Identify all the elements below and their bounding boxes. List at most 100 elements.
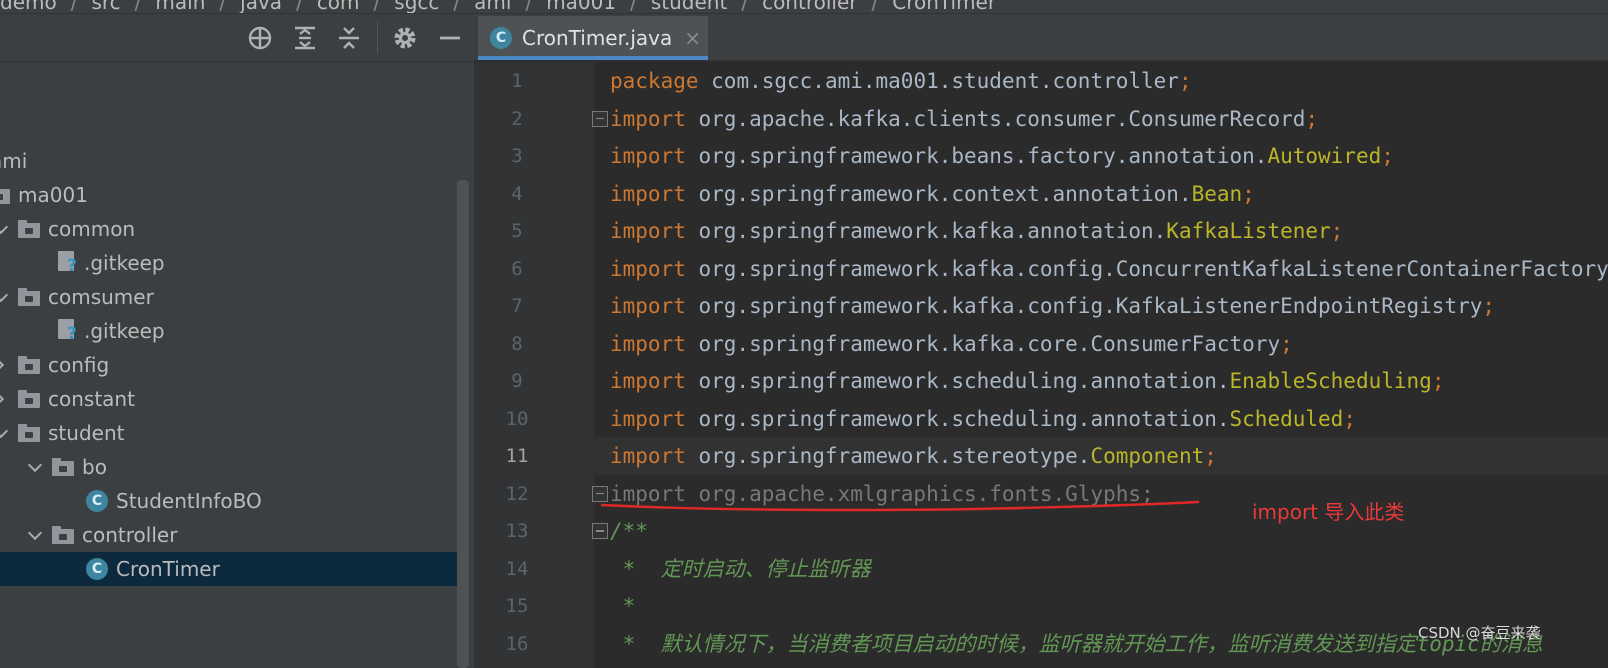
- chevron-down-icon[interactable]: [0, 289, 10, 305]
- code-token-semi: ;: [1305, 106, 1319, 131]
- tree-item-config[interactable]: config: [0, 348, 460, 382]
- watermark: CSDN @奋豆来袭: [1418, 624, 1541, 642]
- code-line: import org.springframework.stereotype.Co…: [610, 437, 1217, 475]
- tree-item-label: CronTimer: [116, 557, 220, 581]
- folder-icon: [52, 458, 74, 476]
- chevron-down-icon[interactable]: [28, 459, 44, 475]
- line-number: 7: [511, 295, 523, 317]
- folder-icon-cutout: [25, 432, 33, 438]
- line-number: 16: [505, 632, 529, 655]
- tree-scrollbar[interactable]: [457, 180, 469, 668]
- expand-all-icon[interactable]: [291, 24, 319, 52]
- tree-item-label: ma001: [18, 183, 88, 207]
- code-token-pkg: org.springframework.kafka.config.Concurr…: [685, 256, 1608, 281]
- tree-item-ami[interactable]: ami: [0, 144, 460, 178]
- breadcrumb-item[interactable]: ami: [474, 0, 511, 13]
- tree-item-gitkeep[interactable]: ? .gitkeep: [0, 314, 460, 348]
- code-token-pkg: org.springframework.kafka.core.ConsumerF…: [685, 331, 1281, 356]
- project-panel: c ami ma001 common? .gitkeep comsumer? .gitkee…: [0, 14, 474, 668]
- folder-icon-cutout: [25, 398, 33, 404]
- tree-item-crontimer[interactable]: C CronTimer: [0, 552, 460, 586]
- fold-marker-icon[interactable]: [592, 523, 608, 539]
- tab-active-indicator: [478, 56, 708, 60]
- code-token-cls: KafkaListener: [1166, 219, 1331, 243]
- code-token-kw: import: [610, 106, 686, 131]
- tree-item-c[interactable]: c: [0, 110, 460, 144]
- breadcrumb-item[interactable]: java: [240, 0, 282, 13]
- tree-item-studentinfobo[interactable]: C StudentInfoBO: [0, 484, 460, 518]
- breadcrumb-separator: /: [525, 0, 533, 14]
- code-token-comment: * 默认情况下，当消费者项目启动的时候，监听器就开始工作，监听消费发送到指定to…: [610, 631, 1543, 656]
- tree-item-ma001[interactable]: ma001: [0, 178, 460, 212]
- code-line: import org.springframework.scheduling.an…: [610, 362, 1444, 400]
- code-token-pkg: com.sgcc.ami.ma001.student.controller: [698, 69, 1179, 93]
- folder-icon-cutout: [25, 364, 33, 370]
- folder-icon-cutout: [0, 194, 3, 200]
- fold-marker-icon[interactable]: [592, 110, 608, 127]
- folder-icon: [18, 220, 40, 238]
- code-token-kw: import: [610, 406, 686, 431]
- locate-icon[interactable]: [246, 24, 274, 52]
- line-number: 15: [505, 595, 529, 617]
- code-token-kw: package: [610, 69, 699, 93]
- tree-item-label: ami: [0, 149, 28, 173]
- toolbar-separator: [377, 22, 378, 54]
- line-number: 13: [505, 520, 529, 542]
- line-number: 11: [505, 445, 529, 467]
- editor-tabbar: C CronTimer.java ×: [474, 14, 1608, 61]
- code-token-semi: ;: [1431, 369, 1445, 393]
- breadcrumb-separator: /: [453, 0, 461, 14]
- breadcrumb-item[interactable]: controller: [762, 0, 857, 13]
- chevron-right-icon[interactable]: [0, 357, 10, 373]
- code-line: import org.springframework.context.annot…: [610, 175, 1255, 213]
- question-mark-glyph: ?: [67, 256, 77, 276]
- breadcrumb: demo / src / main / java / com / sgcc / ami / ma001 / st…: [0, 0, 1608, 14]
- breadcrumb-item[interactable]: com: [317, 0, 360, 13]
- breadcrumb-item[interactable]: student: [651, 0, 727, 13]
- breadcrumb-item[interactable]: sgcc: [394, 0, 439, 13]
- tab-crontimer[interactable]: C CronTimer.java ×: [478, 16, 708, 60]
- tree-item-bo[interactable]: bo: [0, 450, 460, 484]
- folder-icon: [18, 356, 40, 374]
- breadcrumb-item[interactable]: src: [91, 0, 120, 13]
- breadcrumb-item[interactable]: main: [155, 0, 205, 13]
- code-token-kw: import: [610, 444, 686, 468]
- tree-item-controller[interactable]: controller: [0, 518, 460, 552]
- tree-item-label: config: [48, 353, 110, 377]
- code-line: /**: [610, 512, 648, 550]
- gear-icon[interactable]: [391, 24, 419, 52]
- tree-item-common[interactable]: common: [0, 212, 460, 246]
- tree-item-label: .gitkeep: [84, 319, 165, 343]
- breadcrumb-item[interactable]: CronTimer: [892, 0, 996, 13]
- code-token-pkg: org.springframework.beans.factory.annota…: [685, 144, 1268, 168]
- tree-item-gitkeep[interactable]: ? .gitkeep: [0, 246, 460, 280]
- breadcrumb-separator: /: [373, 0, 381, 14]
- code-token-kw: import: [610, 369, 686, 393]
- collapse-all-icon[interactable]: [335, 24, 363, 52]
- code-token-pkg: org.springframework.kafka.config.KafkaLi…: [685, 294, 1483, 318]
- code-area[interactable]: package com.sgcc.ami.ma001.student.contr…: [594, 62, 1608, 668]
- line-number: 14: [505, 557, 529, 580]
- breadcrumb-separator: /: [741, 0, 749, 14]
- class-icon: C: [490, 27, 512, 49]
- code-token-comment: * 定时启动、停止监听器: [610, 556, 871, 581]
- folder-icon: [52, 526, 74, 544]
- chevron-down-icon[interactable]: [28, 527, 44, 543]
- tree-item-constant[interactable]: constant: [0, 382, 460, 416]
- chevron-right-icon[interactable]: [0, 391, 10, 407]
- hide-icon[interactable]: [436, 24, 464, 52]
- breadcrumb-items: demo / src / main / java / com / sgcc / ami / ma001 / st…: [0, 0, 996, 14]
- breadcrumb-item[interactable]: demo: [0, 0, 57, 13]
- line-number: 1: [511, 70, 523, 92]
- tree-item-comsumer[interactable]: comsumer: [0, 280, 460, 314]
- tree-item-student[interactable]: student: [0, 416, 460, 450]
- code-token-kw: import: [610, 219, 686, 243]
- breadcrumb-item[interactable]: ma001: [546, 0, 616, 13]
- tree-item-label: constant: [48, 387, 135, 411]
- code-token-cls: Autowired: [1267, 144, 1382, 168]
- close-icon[interactable]: ×: [684, 26, 701, 50]
- code-line: * 定时启动、停止监听器: [610, 550, 871, 588]
- chevron-down-icon[interactable]: [0, 221, 10, 237]
- chevron-down-icon[interactable]: [0, 425, 10, 441]
- project-tree: c ami ma001 common? .gitkeep comsumer? .gitkee…: [0, 62, 460, 668]
